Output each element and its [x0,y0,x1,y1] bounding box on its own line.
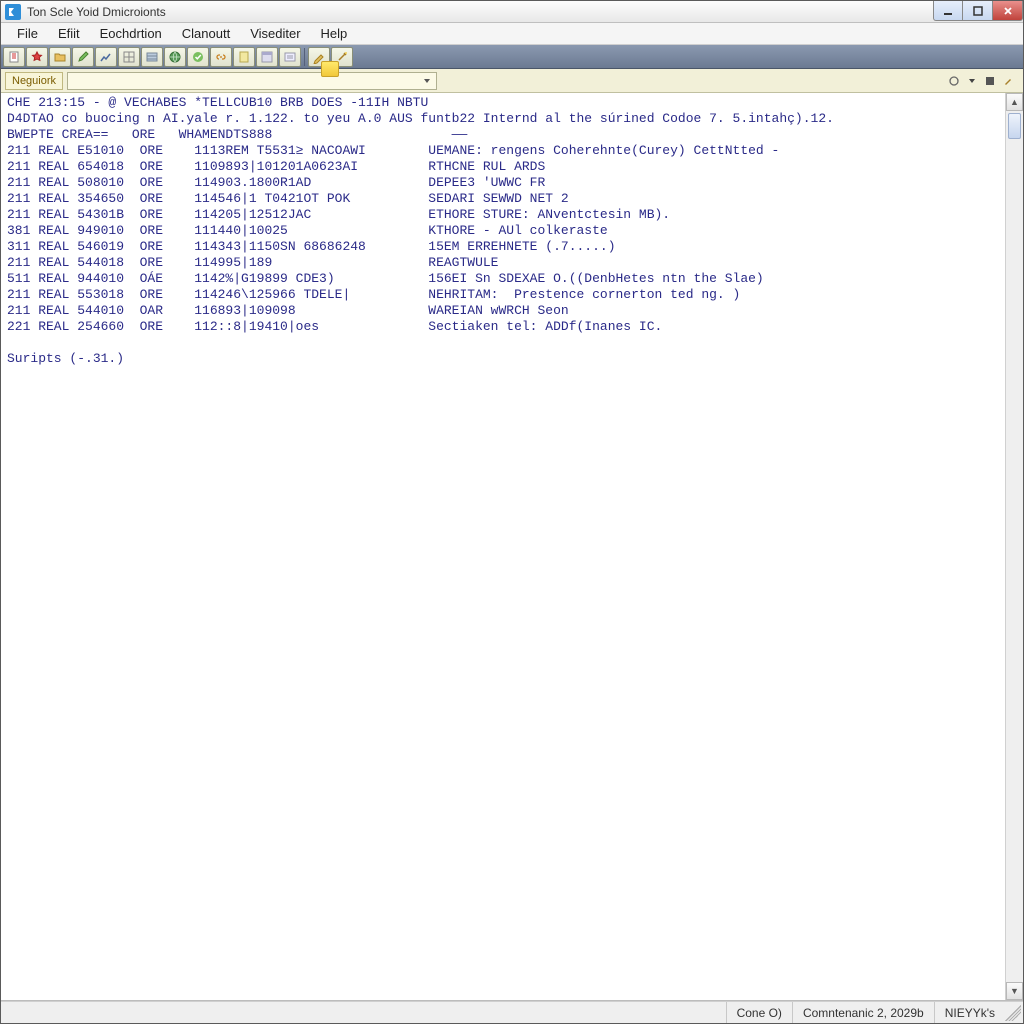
app-icon [5,4,21,20]
table-icon[interactable] [141,47,163,67]
minimize-button[interactable] [933,1,963,21]
address-combo[interactable] [67,72,437,90]
globe-icon[interactable] [164,47,186,67]
brush-icon[interactable] [1001,74,1015,88]
grid-icon[interactable] [118,47,140,67]
sheet-icon[interactable] [233,47,255,67]
resize-grip[interactable] [1005,1005,1021,1021]
status-center: Cone O) [726,1002,792,1023]
scroll-down-button[interactable]: ▼ [1006,982,1023,1000]
address-right-controls [947,74,1019,88]
window-controls [933,1,1023,21]
scroll-thumb[interactable] [1008,113,1021,139]
link-icon[interactable] [210,47,232,67]
vertical-scrollbar[interactable]: ▲ ▼ [1005,93,1023,1000]
status-right1: Comntenanic 2, 2029b [792,1002,934,1023]
circle-icon[interactable] [947,74,961,88]
window-title: Ton Scle Yoid Dmicroionts [27,5,166,19]
scroll-up-button[interactable]: ▲ [1006,93,1023,111]
address-bar: Neguiork [1,69,1023,93]
favorite-icon[interactable] [26,47,48,67]
console-area: CHE 213:15 - @ VECHABES *TELLCUB10 BRB D… [1,93,1023,1001]
menu-file[interactable]: File [7,23,48,44]
chart-icon[interactable] [95,47,117,67]
menu-edit[interactable]: Efiit [48,23,90,44]
check-icon[interactable] [187,47,209,67]
menu-eochdrtion[interactable]: Eochdrtion [90,23,172,44]
menu-clanoutt[interactable]: Clanoutt [172,23,240,44]
title-bar: Ton Scle Yoid Dmicroionts [1,1,1023,23]
sticky-note-icon[interactable] [321,61,339,77]
status-bar: Cone O) Comntenanic 2, 2029b NIEYYk's [1,1001,1023,1023]
close-button[interactable] [993,1,1023,21]
toolbar [1,45,1023,69]
status-right2: NIEYYk's [934,1002,1005,1023]
folder-icon[interactable] [49,47,71,67]
address-label: Neguiork [5,72,63,90]
chevron-down-icon[interactable] [965,74,979,88]
menu-visediter[interactable]: Visediter [240,23,310,44]
menu-bar: File Efiit Eochdrtion Clanoutt Visediter… [1,23,1023,45]
edit-icon[interactable] [72,47,94,67]
new-file-icon[interactable] [3,47,25,67]
layout-icon[interactable] [256,47,278,67]
app-window: Ton Scle Yoid Dmicroionts File Efiit Eoc… [0,0,1024,1024]
chevron-down-icon[interactable] [420,74,434,88]
console-text: CHE 213:15 - @ VECHABES *TELLCUB10 BRB D… [1,93,1005,1000]
menu-help[interactable]: Help [311,23,358,44]
square-icon[interactable] [983,74,997,88]
toolbar-separator [304,48,305,66]
maximize-button[interactable] [963,1,993,21]
form-icon[interactable] [279,47,301,67]
